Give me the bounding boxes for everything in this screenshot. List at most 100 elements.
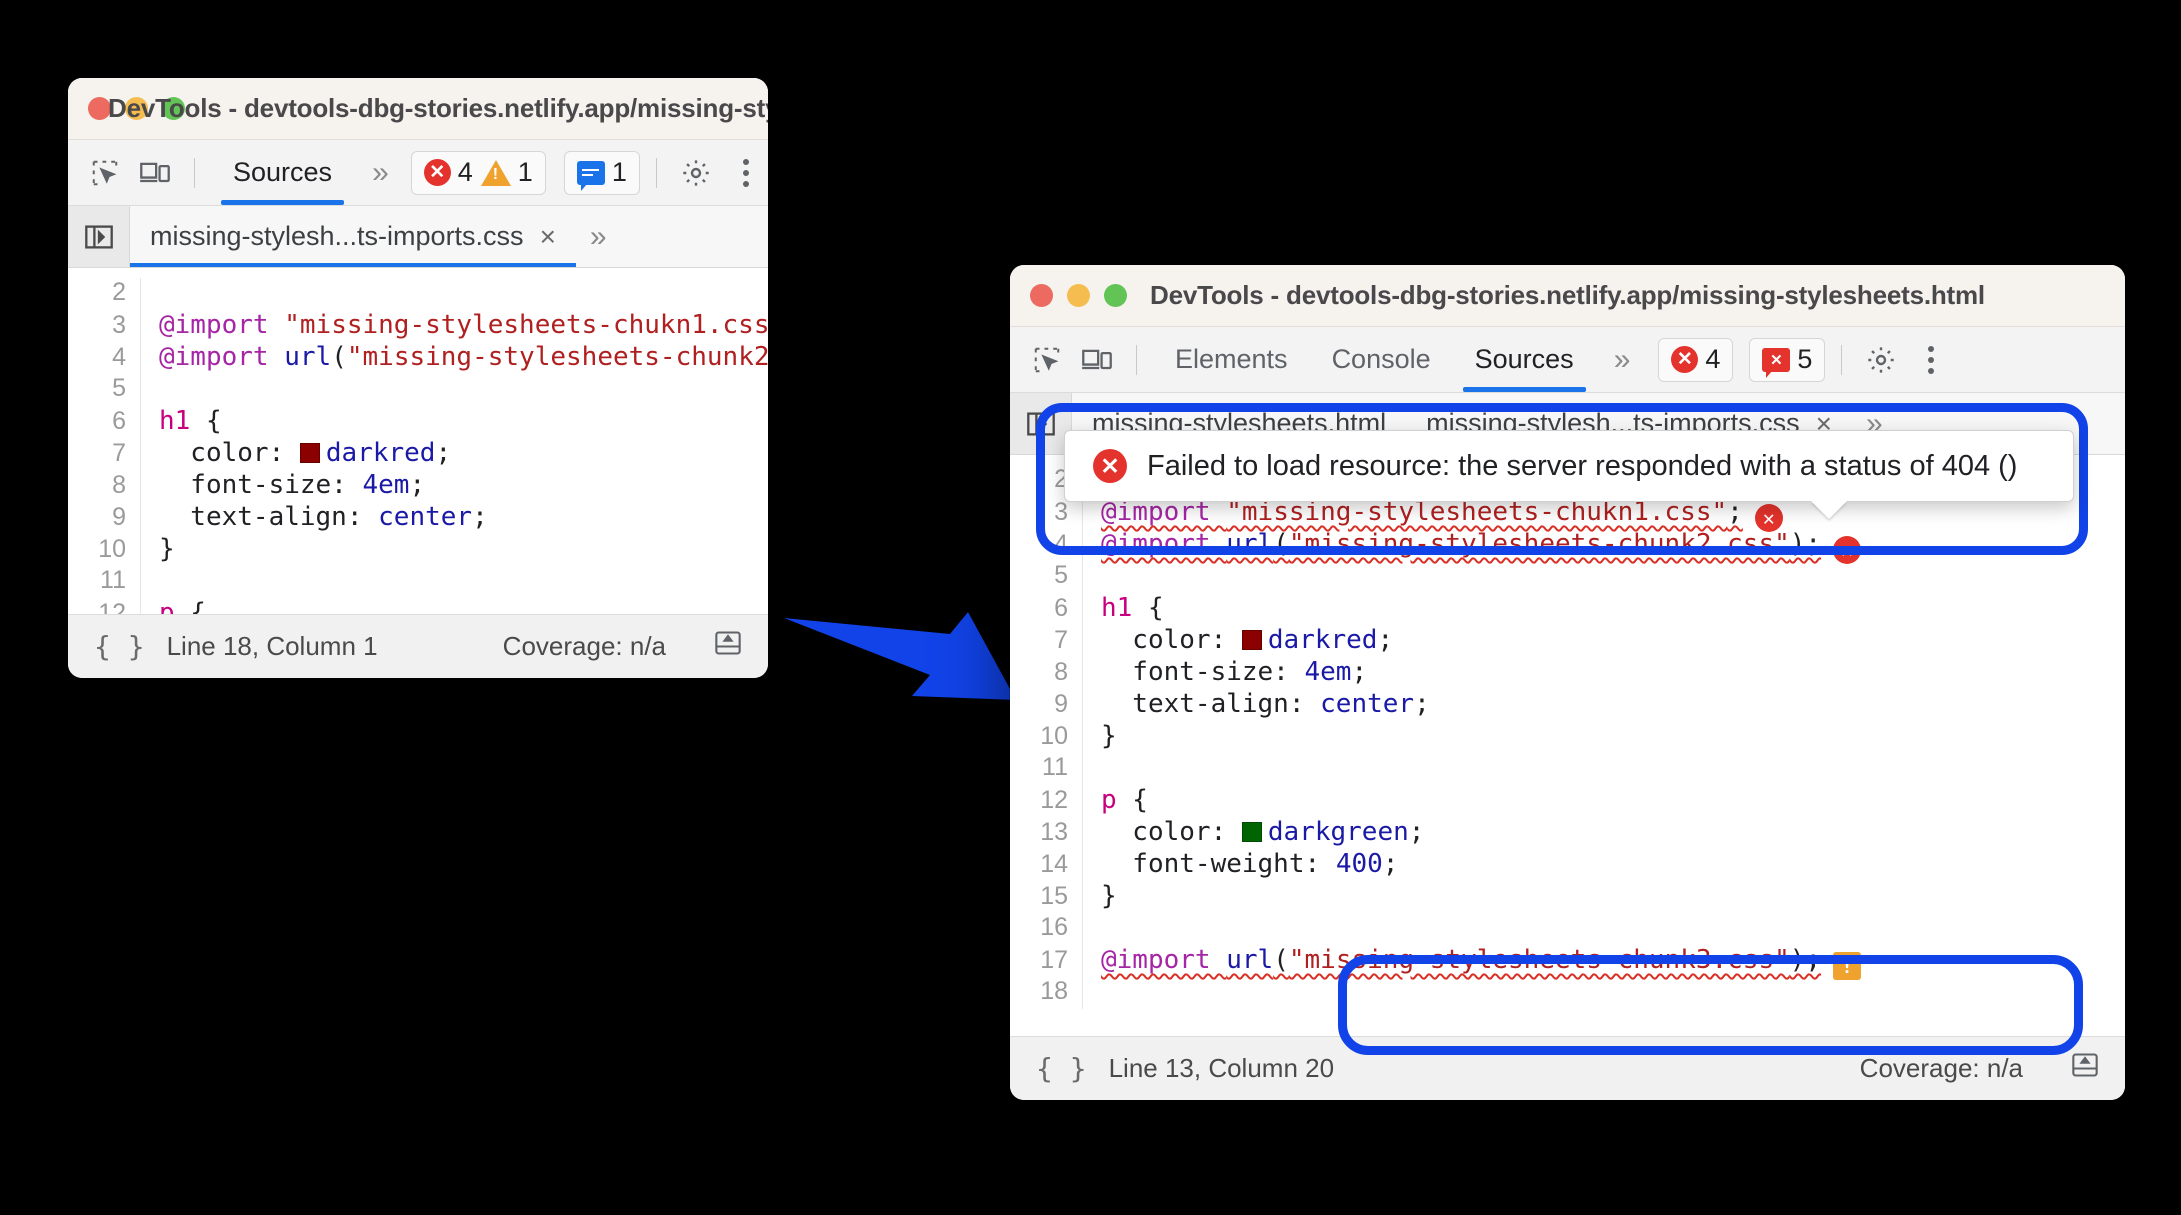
window2-error-count[interactable]: ✕ 4 bbox=[1658, 337, 1734, 382]
issue-bubble-icon: ✕ bbox=[1762, 347, 1791, 378]
error-count-badge[interactable]: ✕ 4 bbox=[423, 157, 473, 188]
minimize-window-button[interactable] bbox=[125, 97, 148, 120]
maximize-window-button[interactable] bbox=[162, 97, 185, 120]
tab-elements[interactable]: Elements bbox=[1153, 327, 1310, 392]
warning-count-badge[interactable]: 1 bbox=[480, 157, 533, 188]
window1-traffic-lights[interactable] bbox=[88, 97, 185, 120]
error-count-value: 4 bbox=[1705, 344, 1721, 374]
close-window-button[interactable] bbox=[88, 97, 111, 120]
code-token: url bbox=[284, 342, 332, 372]
window2-issues-count[interactable]: ✕ 5 bbox=[1749, 337, 1826, 382]
code-line[interactable]: 18 bbox=[1010, 977, 2125, 1009]
line-number: 12 bbox=[98, 599, 126, 614]
device-toolbar-icon[interactable] bbox=[132, 150, 178, 196]
close-icon[interactable]: × bbox=[540, 221, 556, 253]
window2-traffic-lights[interactable] bbox=[1030, 284, 1127, 307]
code-line[interactable]: 5 bbox=[1010, 561, 2125, 593]
code-line[interactable]: 8 font-size: 4em; bbox=[1010, 657, 2125, 689]
window1-code-editor[interactable]: 2 3 @import "missing-stylesheets-chukn1.cs… bbox=[68, 268, 768, 614]
error-count-badge[interactable]: ✕ 4 bbox=[1671, 344, 1720, 375]
cursor-position: Line 13, Column 20 bbox=[1108, 1053, 1335, 1083]
file-tab-imports-css[interactable]: missing-stylesh...ts-imports.css × bbox=[130, 206, 576, 267]
code-line[interactable]: 15} bbox=[1010, 881, 2125, 913]
code-text: p { bbox=[1083, 785, 2125, 815]
show-navigator-icon[interactable] bbox=[1010, 393, 1072, 454]
code-tokens: @import url("missing-stylesheets-chunk2.… bbox=[1101, 529, 1821, 559]
show-navigator-icon[interactable] bbox=[68, 206, 130, 267]
code-tokens: font-weight: 400; bbox=[1101, 849, 1398, 879]
code-line[interactable]: 11 bbox=[68, 566, 768, 598]
close-window-button[interactable] bbox=[1030, 284, 1053, 307]
code-text: @import url("missing-stylesheets-chunk2.… bbox=[1083, 529, 2125, 564]
file-tabs-overflow-icon[interactable]: » bbox=[576, 206, 621, 267]
gutter-rule bbox=[1082, 977, 1083, 1009]
code-line[interactable]: 11 bbox=[1010, 753, 2125, 785]
code-line[interactable]: 2 bbox=[68, 278, 768, 310]
code-line[interactable]: 12 p { bbox=[68, 598, 768, 614]
show-drawer-icon[interactable] bbox=[714, 629, 742, 664]
code-token: url bbox=[1226, 945, 1274, 975]
minimize-window-button[interactable] bbox=[1067, 284, 1090, 307]
window2-code-editor[interactable]: 2 3 @import "missing-stylesheets-chukn1.cs… bbox=[1010, 455, 2125, 1036]
tab-console[interactable]: Console bbox=[1310, 327, 1453, 392]
code-line[interactable]: 4 @import url("missing-stylesheets-chunk2… bbox=[1010, 529, 2125, 564]
kebab-menu-icon[interactable] bbox=[723, 150, 768, 196]
code-token: @import bbox=[1101, 945, 1227, 975]
gear-icon[interactable] bbox=[673, 150, 719, 196]
color-swatch[interactable] bbox=[1241, 822, 1262, 842]
issues-count-badge[interactable]: ✕ 5 bbox=[1762, 344, 1812, 378]
kebab-menu-icon[interactable] bbox=[1908, 337, 1954, 383]
code-tokens: font-size: 4em; bbox=[1101, 657, 1367, 687]
code-line[interactable]: 8 font-size: 4em; bbox=[68, 470, 768, 502]
more-panels-chevron-icon[interactable]: » bbox=[358, 157, 403, 188]
info-count-badge[interactable]: 1 bbox=[576, 157, 627, 191]
code-token: font-size: bbox=[1101, 657, 1305, 687]
gutter-rule bbox=[140, 278, 141, 310]
code-line[interactable]: 10} bbox=[1010, 721, 2125, 753]
tab-sources[interactable]: Sources bbox=[1453, 327, 1596, 392]
code-line[interactable]: 17 @import url("missing-stylesheets-chunk… bbox=[1010, 945, 2125, 980]
code-line[interactable]: 10} bbox=[68, 534, 768, 566]
line-number: 3 bbox=[112, 311, 126, 339]
code-token: ( bbox=[331, 342, 347, 372]
show-drawer-icon[interactable] bbox=[2071, 1051, 2099, 1086]
maximize-window-button[interactable] bbox=[1104, 284, 1127, 307]
code-line[interactable]: 6 h1 { bbox=[68, 406, 768, 438]
color-swatch[interactable] bbox=[1241, 630, 1262, 650]
code-line[interactable]: 9 text-align: center; bbox=[68, 502, 768, 534]
code-line[interactable]: 9 text-align: center; bbox=[1010, 689, 2125, 721]
tab-sources[interactable]: Sources bbox=[211, 140, 354, 205]
code-line[interactable]: 7 color: darkred; bbox=[68, 438, 768, 470]
inspect-cursor-icon[interactable] bbox=[82, 150, 128, 196]
blue-right-arrow bbox=[784, 612, 1016, 700]
code-text: color: darkred; bbox=[1083, 625, 2125, 655]
color-swatch[interactable] bbox=[299, 443, 320, 463]
code-line[interactable]: 5 bbox=[68, 374, 768, 406]
code-line[interactable]: 16 bbox=[1010, 913, 2125, 945]
line-number: 16 bbox=[1040, 913, 1068, 941]
window1-message-count[interactable]: 1 bbox=[563, 150, 640, 195]
window1-issue-counts[interactable]: ✕ 4 1 bbox=[410, 150, 546, 195]
code-line[interactable]: 14 font-weight: 400; bbox=[1010, 849, 2125, 881]
inline-error-icon[interactable]: ✕ bbox=[1833, 536, 1862, 564]
more-panels-chevron-icon[interactable]: » bbox=[1600, 344, 1645, 375]
line-number: 2 bbox=[112, 278, 126, 306]
inline-warning-icon[interactable]: ! bbox=[1833, 952, 1862, 980]
toolbar-divider-2 bbox=[655, 157, 657, 188]
inline-error-icon[interactable]: ✕ bbox=[1754, 504, 1783, 532]
code-token: color: bbox=[1101, 625, 1242, 655]
gear-icon[interactable] bbox=[1858, 337, 1904, 383]
code-line[interactable]: 3 @import "missing-stylesheets-chukn1.css… bbox=[68, 310, 768, 342]
error-circle-icon: ✕ bbox=[423, 159, 451, 186]
window1-main-toolbar: Sources » ✕ 4 1 1 bbox=[68, 140, 768, 206]
pretty-print-braces-icon[interactable]: { } bbox=[94, 630, 145, 663]
code-line[interactable]: 6 h1 { bbox=[1010, 593, 2125, 625]
code-line[interactable]: 4 @import url("missing-stylesheets-chunk2… bbox=[68, 342, 768, 374]
code-line[interactable]: 12 p { bbox=[1010, 785, 2125, 817]
inspect-cursor-icon[interactable] bbox=[1024, 337, 1070, 383]
device-toolbar-icon[interactable] bbox=[1074, 337, 1120, 383]
code-line[interactable]: 7 color: darkred; bbox=[1010, 625, 2125, 657]
code-line[interactable]: 13 color: darkgreen; bbox=[1010, 817, 2125, 849]
code-tokens: @import url("missing-stylesheets-chunk2.… bbox=[159, 342, 768, 372]
pretty-print-braces-icon[interactable]: { } bbox=[1036, 1052, 1087, 1085]
